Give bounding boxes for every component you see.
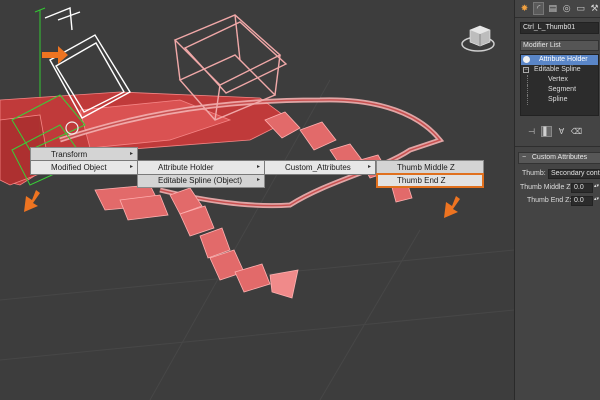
stack-item-segment[interactable]: Segment <box>527 85 598 95</box>
lightbulb-icon[interactable] <box>523 56 530 63</box>
menu-item-label: Attribute Holder <box>158 163 214 172</box>
stack-item-label: Vertex <box>548 76 568 83</box>
menu-item-custom-attributes[interactable]: Custom_Attributes ▸ <box>264 160 376 175</box>
viewport-scene <box>0 7 514 400</box>
remove-modifier-icon[interactable]: ⌫ <box>571 126 582 137</box>
submenu-arrow-icon: ▸ <box>367 164 371 170</box>
quad-menu-main: Transform ▸ Modified Object ▸ <box>30 147 138 175</box>
viewcube-icon <box>461 25 495 52</box>
spinner-arrows-icon[interactable]: ▴▾ <box>594 183 599 189</box>
expand-collapse-icon[interactable]: − <box>523 67 529 73</box>
stack-item-label: Segment <box>548 86 577 93</box>
display-tab-icon[interactable]: ▭ <box>575 2 586 15</box>
menu-item-label: Thumb Middle Z <box>397 163 455 172</box>
thumb-middle-z-spinner[interactable]: 0.0 <box>571 183 593 193</box>
stack-item-attribute-holder[interactable]: Attribute Holder <box>521 55 598 65</box>
divider <box>515 146 600 147</box>
object-name-field[interactable]: Ctrl_L_Thumb01 <box>520 22 599 34</box>
custom-attributes-rollout[interactable]: − Custom Attributes <box>518 152 600 164</box>
arrow-down-left-icon-2 <box>444 196 460 218</box>
menu-item-thumb-middle-z[interactable]: Thumb Middle Z <box>377 161 483 174</box>
stack-item-spline[interactable]: Spline <box>527 95 598 105</box>
hierarchy-tab-icon[interactable]: ▤ <box>547 2 558 15</box>
menu-item-label: Modified Object <box>51 163 107 172</box>
submenu-arrow-icon: ▸ <box>256 177 260 183</box>
quad-menu-custom-attributes: Thumb Middle Z Thumb End Z <box>376 160 484 188</box>
menu-item-thumb-end-z[interactable]: Thumb End Z <box>376 173 484 188</box>
menu-item-editable-spline-object[interactable]: Editable Spline (Object) ▸ <box>138 174 264 187</box>
quad-menu-modified-object: Attribute Holder ▸ Editable Spline (Obje… <box>137 160 265 188</box>
menu-item-label: Transform <box>51 150 88 159</box>
make-unique-icon[interactable]: ∀ <box>556 126 567 137</box>
submenu-arrow-icon: ▸ <box>129 151 133 157</box>
rollout-title: Custom Attributes <box>531 154 588 161</box>
command-panel: ✸ ◜ ▤ ◎ ▭ ⚒ Ctrl_L_Thumb01 Modifier List… <box>514 0 600 400</box>
stack-item-label: Attribute Holder <box>539 56 588 63</box>
quad-menu-attribute-holder: Custom_Attributes ▸ <box>264 160 376 175</box>
stack-item-label: Editable Spline <box>534 66 581 73</box>
utilities-tab-icon[interactable]: ⚒ <box>589 2 600 15</box>
stack-item-vertex[interactable]: Vertex <box>527 75 598 85</box>
thumb-label: Thumb: <box>522 170 546 177</box>
menu-item-label: Custom_Attributes <box>285 163 351 172</box>
menu-item-attribute-holder[interactable]: Attribute Holder ▸ <box>137 160 265 175</box>
stack-item-editable-spline[interactable]: − Editable Spline <box>521 65 598 75</box>
modifier-list-dropdown[interactable]: Modifier List <box>520 40 599 51</box>
thumb-dropdown[interactable]: Secondary contr <box>548 169 600 179</box>
arrow-down-left-icon <box>24 190 40 212</box>
modifier-stack[interactable]: Attribute Holder − Editable Spline Verte… <box>520 54 599 116</box>
submenu-arrow-icon: ▸ <box>256 164 260 170</box>
menu-item-modified-object[interactable]: Modified Object ▸ <box>30 160 138 175</box>
thumb-middle-z-label: Thumb Middle Z: <box>520 184 573 191</box>
viewport[interactable]: Transform ▸ Modified Object ▸ Attribute … <box>0 0 514 400</box>
menu-item-label: Thumb End Z <box>397 176 446 185</box>
thumb-end-z-label: Thumb End Z: <box>527 197 572 204</box>
stack-item-label: Spline <box>548 96 568 103</box>
stack-toolbar: ⊣ ▌ ∀ ⌫ <box>520 124 599 138</box>
command-panel-tabs: ✸ ◜ ▤ ◎ ▭ ⚒ <box>515 0 600 18</box>
show-end-result-icon[interactable]: ▌ <box>541 125 552 137</box>
menu-item-transform[interactable]: Transform ▸ <box>31 148 137 161</box>
pin-stack-icon[interactable]: ⊣ <box>526 126 537 137</box>
menu-item-label: Editable Spline (Object) <box>158 176 243 185</box>
motion-tab-icon[interactable]: ◎ <box>561 2 572 15</box>
create-tab-sun-icon[interactable]: ✸ <box>519 2 530 15</box>
thumb-end-z-spinner[interactable]: 0.0 <box>571 196 593 206</box>
modify-tab-icon[interactable]: ◜ <box>532 2 545 15</box>
submenu-arrow-icon: ▸ <box>129 164 133 170</box>
spinner-arrows-icon[interactable]: ▴▾ <box>594 196 599 202</box>
rollout-toggle-icon: − <box>522 154 527 161</box>
